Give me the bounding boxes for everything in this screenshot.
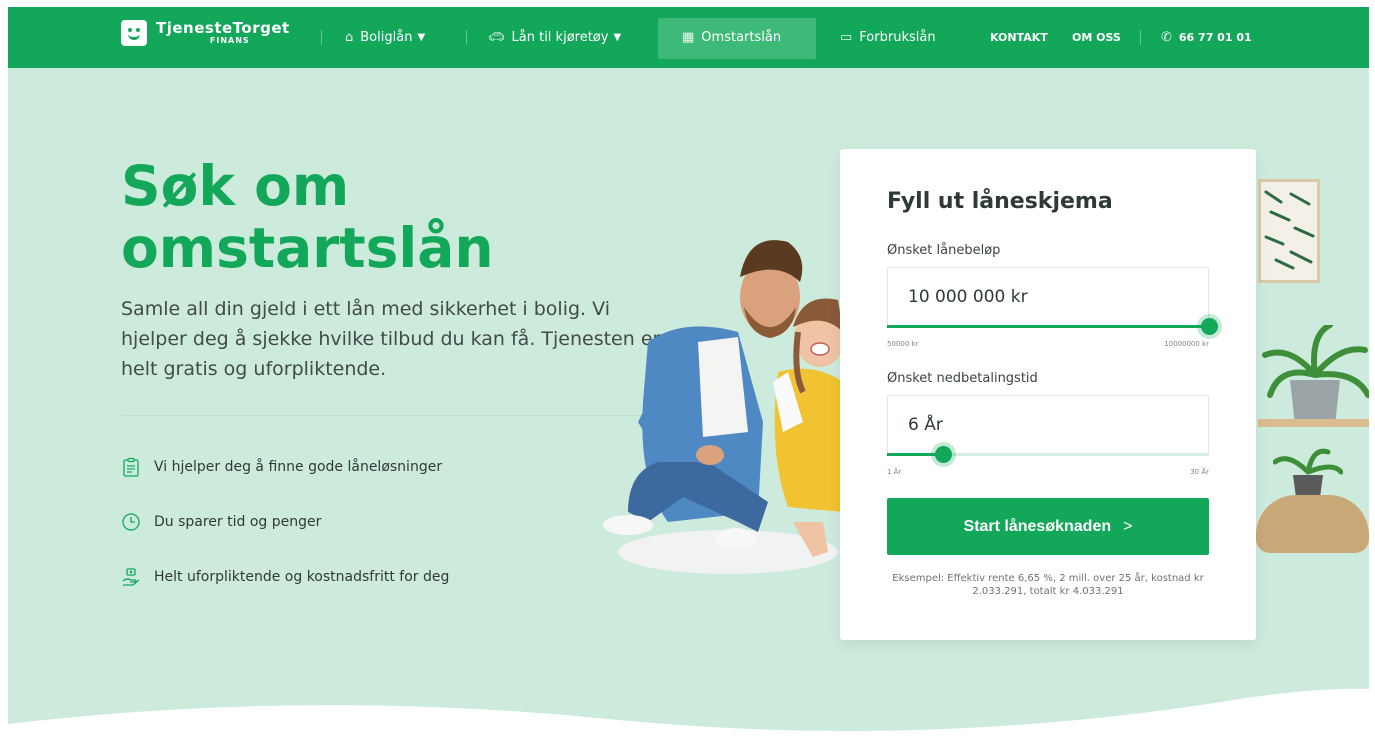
nav-item-lan-til-kjoretoy[interactable]: 🚗︎ Lån til kjøretøy ▼ [488,7,621,68]
hero-description: Samle all din gjeld i ett lån med sikker… [121,298,661,380]
page: TjenesteTorget FINANS ⌂ Boliglån ▼ 🚗︎ Lå… [8,7,1369,744]
nav-phone-link[interactable]: ✆ 66 77 01 01 [1161,7,1252,68]
leaf-pattern-icon [1264,190,1315,270]
loan-form-card: Fyll ut låneskjema Ønsket lånebeløp 10 0… [840,149,1256,640]
feature-item: Vi hjelper deg å finne gode låneløsninge… [121,457,442,477]
slider-min-label: 1 År [887,468,902,476]
feature-text: Helt uforpliktende og kostnadsfritt for … [154,569,450,585]
feature-text: Du sparer tid og penger [154,514,322,530]
nav-divider [321,30,322,45]
hero-photo [603,240,843,574]
woven-basket [1256,495,1369,553]
wall-art [1258,179,1320,283]
page-title-line1: Søk om [121,154,350,218]
bottom-wave [8,688,1369,744]
potted-plant [1262,325,1369,425]
nav-item-boliglan[interactable]: ⌂ Boliglån ▼ [345,7,425,68]
slider-thumb[interactable] [934,446,952,463]
nav-divider [1140,30,1141,45]
slider-max-label: 10000000 kr [1164,340,1209,348]
start-application-button[interactable]: Start lånesøknaden > [887,498,1209,555]
phone-icon: ✆ [1161,30,1172,45]
feature-item: Helt uforpliktende og kostnadsfritt for … [121,567,449,587]
card-icon: ▭ [840,30,853,45]
slider-min-label: 50000 kr [887,340,919,348]
amount-label: Ønsket lånebeløp [887,243,1001,258]
chevron-right-icon: > [1123,517,1133,535]
nav-divider [466,30,467,45]
clipboard-icon [123,457,139,477]
shelf [1258,419,1369,427]
logo-title: TjenesteTorget [156,19,290,37]
house-icon: ⌂ [345,30,354,45]
nav-item-label: Boliglån [360,30,413,45]
term-label: Ønsket nedbetalingstid [887,371,1038,386]
loan-term-slider[interactable]: 1 År 30 År [887,445,1209,476]
nav-item-forbrukslan[interactable]: ▭ Forbrukslån [840,7,936,68]
nav-link-om-oss[interactable]: OM OSS [1072,7,1121,68]
money-hand-icon [122,568,140,586]
nav-item-label: Omstartslån [701,30,782,45]
nav-item-label: Forbrukslån [859,30,936,45]
page-title: Søk om omstartslån [121,155,494,279]
nav-item-omstartslan[interactable]: ▦ Omstartslån [682,7,781,68]
slider-fill [887,325,1209,328]
clock-icon [122,513,140,531]
chevron-down-icon: ▼ [417,32,426,43]
smiley-logo-icon [121,20,147,46]
car-icon: 🚗︎ [488,30,505,45]
feature-text: Vi hjelper deg å finne gode låneløsninge… [154,459,443,475]
nav-link-kontakt[interactable]: KONTAKT [990,7,1048,68]
logo[interactable]: TjenesteTorget FINANS [121,20,290,46]
nav-item-label: Lån til kjøretøy [511,30,609,45]
example-disclaimer: Eksempel: Effektiv rente 6,65 %, 2 mill.… [892,573,1204,597]
slider-thumb[interactable] [1201,318,1218,335]
logo-subtitle: FINANS [209,36,250,45]
phone-number: 66 77 01 01 [1178,31,1252,44]
top-navbar: TjenesteTorget FINANS ⌂ Boliglån ▼ 🚗︎ Lå… [8,7,1369,68]
feature-item: Du sparer tid og penger [121,512,321,532]
slider-max-label: 30 År [1190,468,1209,476]
start-application-label: Start lånesøknaden [963,517,1112,535]
form-title: Fyll ut låneskjema [887,189,1113,214]
loan-amount-slider[interactable]: 50000 kr 10000000 kr [887,317,1218,348]
hero-divider [121,415,641,416]
page-title-line2: omstartslån [121,216,494,280]
calendar-icon: ▦ [682,30,695,45]
chevron-down-icon: ▼ [613,32,622,43]
